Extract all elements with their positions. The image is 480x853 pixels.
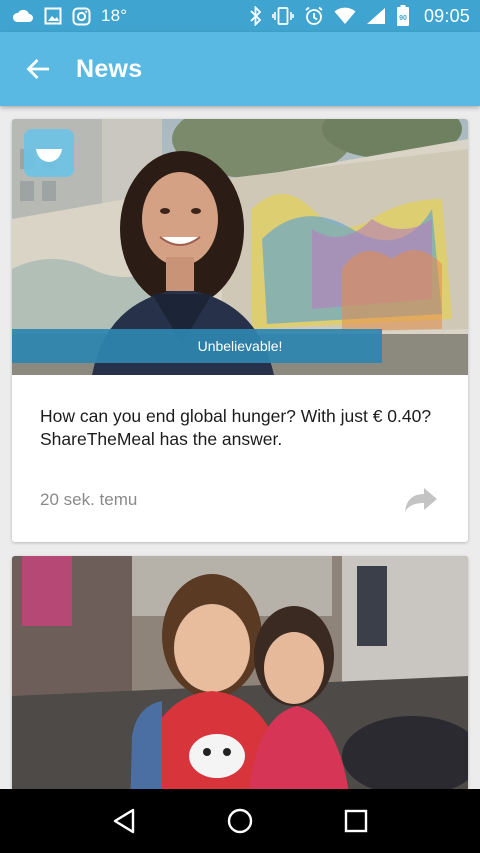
news-card[interactable] — [12, 556, 468, 789]
nav-back-button[interactable] — [92, 789, 156, 853]
news-card-timestamp: 20 sek. temu — [40, 490, 138, 509]
battery-icon: 90 — [396, 5, 410, 27]
signal-icon — [366, 7, 386, 25]
news-card-footer: 20 sek. temu — [40, 487, 440, 513]
news-feed[interactable]: Unbelievable! How can you end global hun… — [0, 106, 480, 789]
news-card[interactable]: Unbelievable! How can you end global hun… — [12, 119, 468, 542]
vibrate-icon — [272, 6, 294, 26]
share-button[interactable] — [404, 487, 438, 513]
recents-square-icon — [344, 809, 368, 833]
news-card-image: Unbelievable! — [12, 119, 468, 375]
nav-recents-button[interactable] — [324, 789, 388, 853]
news-card-body: How can you end global hunger? With just… — [12, 375, 468, 513]
clock-text: 09:05 — [423, 5, 470, 26]
alarm-icon — [304, 6, 324, 26]
status-right: 90 09:05 — [250, 5, 470, 27]
back-triangle-icon — [112, 808, 136, 834]
status-left: 18° — [12, 6, 127, 26]
woman-graffiti-photo: Unbelievable! — [12, 119, 468, 375]
wifi-icon — [334, 7, 356, 25]
news-card-headline[interactable]: How can you end global hunger? With just… — [40, 405, 440, 451]
share-icon — [404, 487, 438, 513]
temperature-text: 18° — [101, 6, 128, 25]
nav-home-button[interactable] — [208, 789, 272, 853]
arrow-left-icon — [26, 58, 50, 80]
app-bar: News — [0, 32, 480, 106]
instagram-icon — [72, 7, 91, 26]
battery-level-text: 90 — [399, 15, 407, 22]
bluetooth-icon — [250, 6, 262, 26]
image-caption: Unbelievable! — [198, 338, 283, 354]
home-circle-icon — [226, 807, 254, 835]
page-title: News — [76, 54, 143, 83]
children-camp-photo — [12, 556, 468, 789]
image-icon — [44, 7, 62, 25]
back-button[interactable] — [0, 32, 76, 106]
status-bar: 18° 90 09:05 — [0, 0, 480, 32]
cloud-icon — [12, 9, 34, 23]
navigation-bar — [0, 789, 480, 853]
news-card-image — [12, 556, 468, 789]
